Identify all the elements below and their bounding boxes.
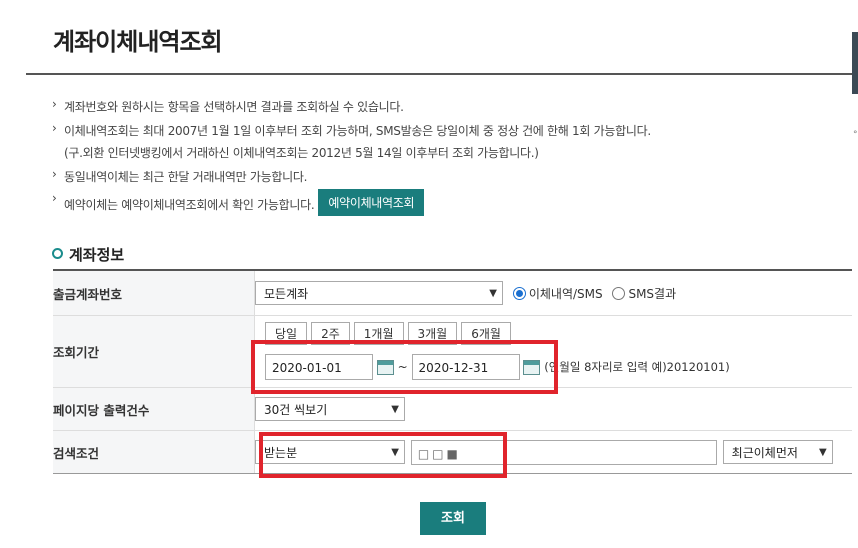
highlight-date-range [251, 340, 558, 394]
notice-item-sub: (구.외환 인터넷뱅킹에서 거래하신 이체내역조회는 2012년 5월 14일 … [64, 146, 539, 160]
chevron-down-icon: ▼ [818, 447, 827, 458]
account-select[interactable]: 모든계좌 ▼ [255, 281, 503, 305]
account-cell: 모든계좌 ▼ 이체내역/SMS SMS결과 [254, 269, 852, 316]
page-title: 계좌이체내역조회 [53, 28, 223, 56]
date-format-hint: (연월일 8자리로 입력 예)20120101) [544, 360, 730, 374]
notice-list: 계좌번호와 원하시는 항목을 선택하시면 결과를 조회하실 수 있습니다. 이체… [52, 97, 651, 216]
per-page-select[interactable]: 30건 씩보기 ▼ [255, 397, 405, 421]
chevron-down-icon: ▼ [391, 404, 399, 415]
sort-order-select[interactable]: 최근이체먼저 ▼ [722, 440, 833, 464]
section-title: 계좌정보 [69, 246, 125, 264]
radio-transfer-sms-label: 이체내역/SMS [528, 286, 603, 301]
chevron-down-icon: ▼ [489, 288, 497, 299]
period-label: 조회기간 [53, 315, 255, 388]
side-marker: ° [853, 130, 858, 140]
notice-text: 예약이체는 예약이체내역조회에서 확인 가능합니다. [64, 198, 315, 212]
per-page-label: 페이지당 출력건수 [53, 387, 255, 431]
radio-transfer-sms[interactable] [512, 286, 526, 300]
account-label: 출금계좌번호 [53, 269, 255, 316]
side-scroll-tab[interactable] [852, 32, 858, 94]
section-heading: 계좌정보 [52, 244, 124, 265]
search-submit-button[interactable]: 조회 [420, 502, 486, 535]
account-select-value: 모든계좌 [264, 287, 309, 301]
reserve-transfer-button[interactable]: 예약이체내역조회 [318, 189, 425, 216]
notice-item: 계좌번호와 원하시는 항목을 선택하시면 결과를 조회하실 수 있습니다. [52, 97, 651, 122]
sort-order-value: 최근이체먼저 [731, 446, 798, 460]
notice-item: 예약이체는 예약이체내역조회에서 확인 가능합니다.예약이체내역조회 [52, 189, 651, 216]
search-condition-label: 검색조건 [53, 430, 255, 474]
radio-sms-result-label: SMS결과 [628, 286, 677, 301]
title-divider [26, 73, 852, 75]
per-page-select-value: 30건 씩보기 [264, 403, 328, 417]
notice-item: 이체내역조회는 최대 2007년 1월 1일 이후부터 조회 가능하며, SMS… [52, 121, 651, 144]
highlight-search-condition [259, 432, 507, 478]
bullet-ring-icon [52, 248, 63, 259]
radio-sms-result[interactable] [612, 286, 626, 300]
